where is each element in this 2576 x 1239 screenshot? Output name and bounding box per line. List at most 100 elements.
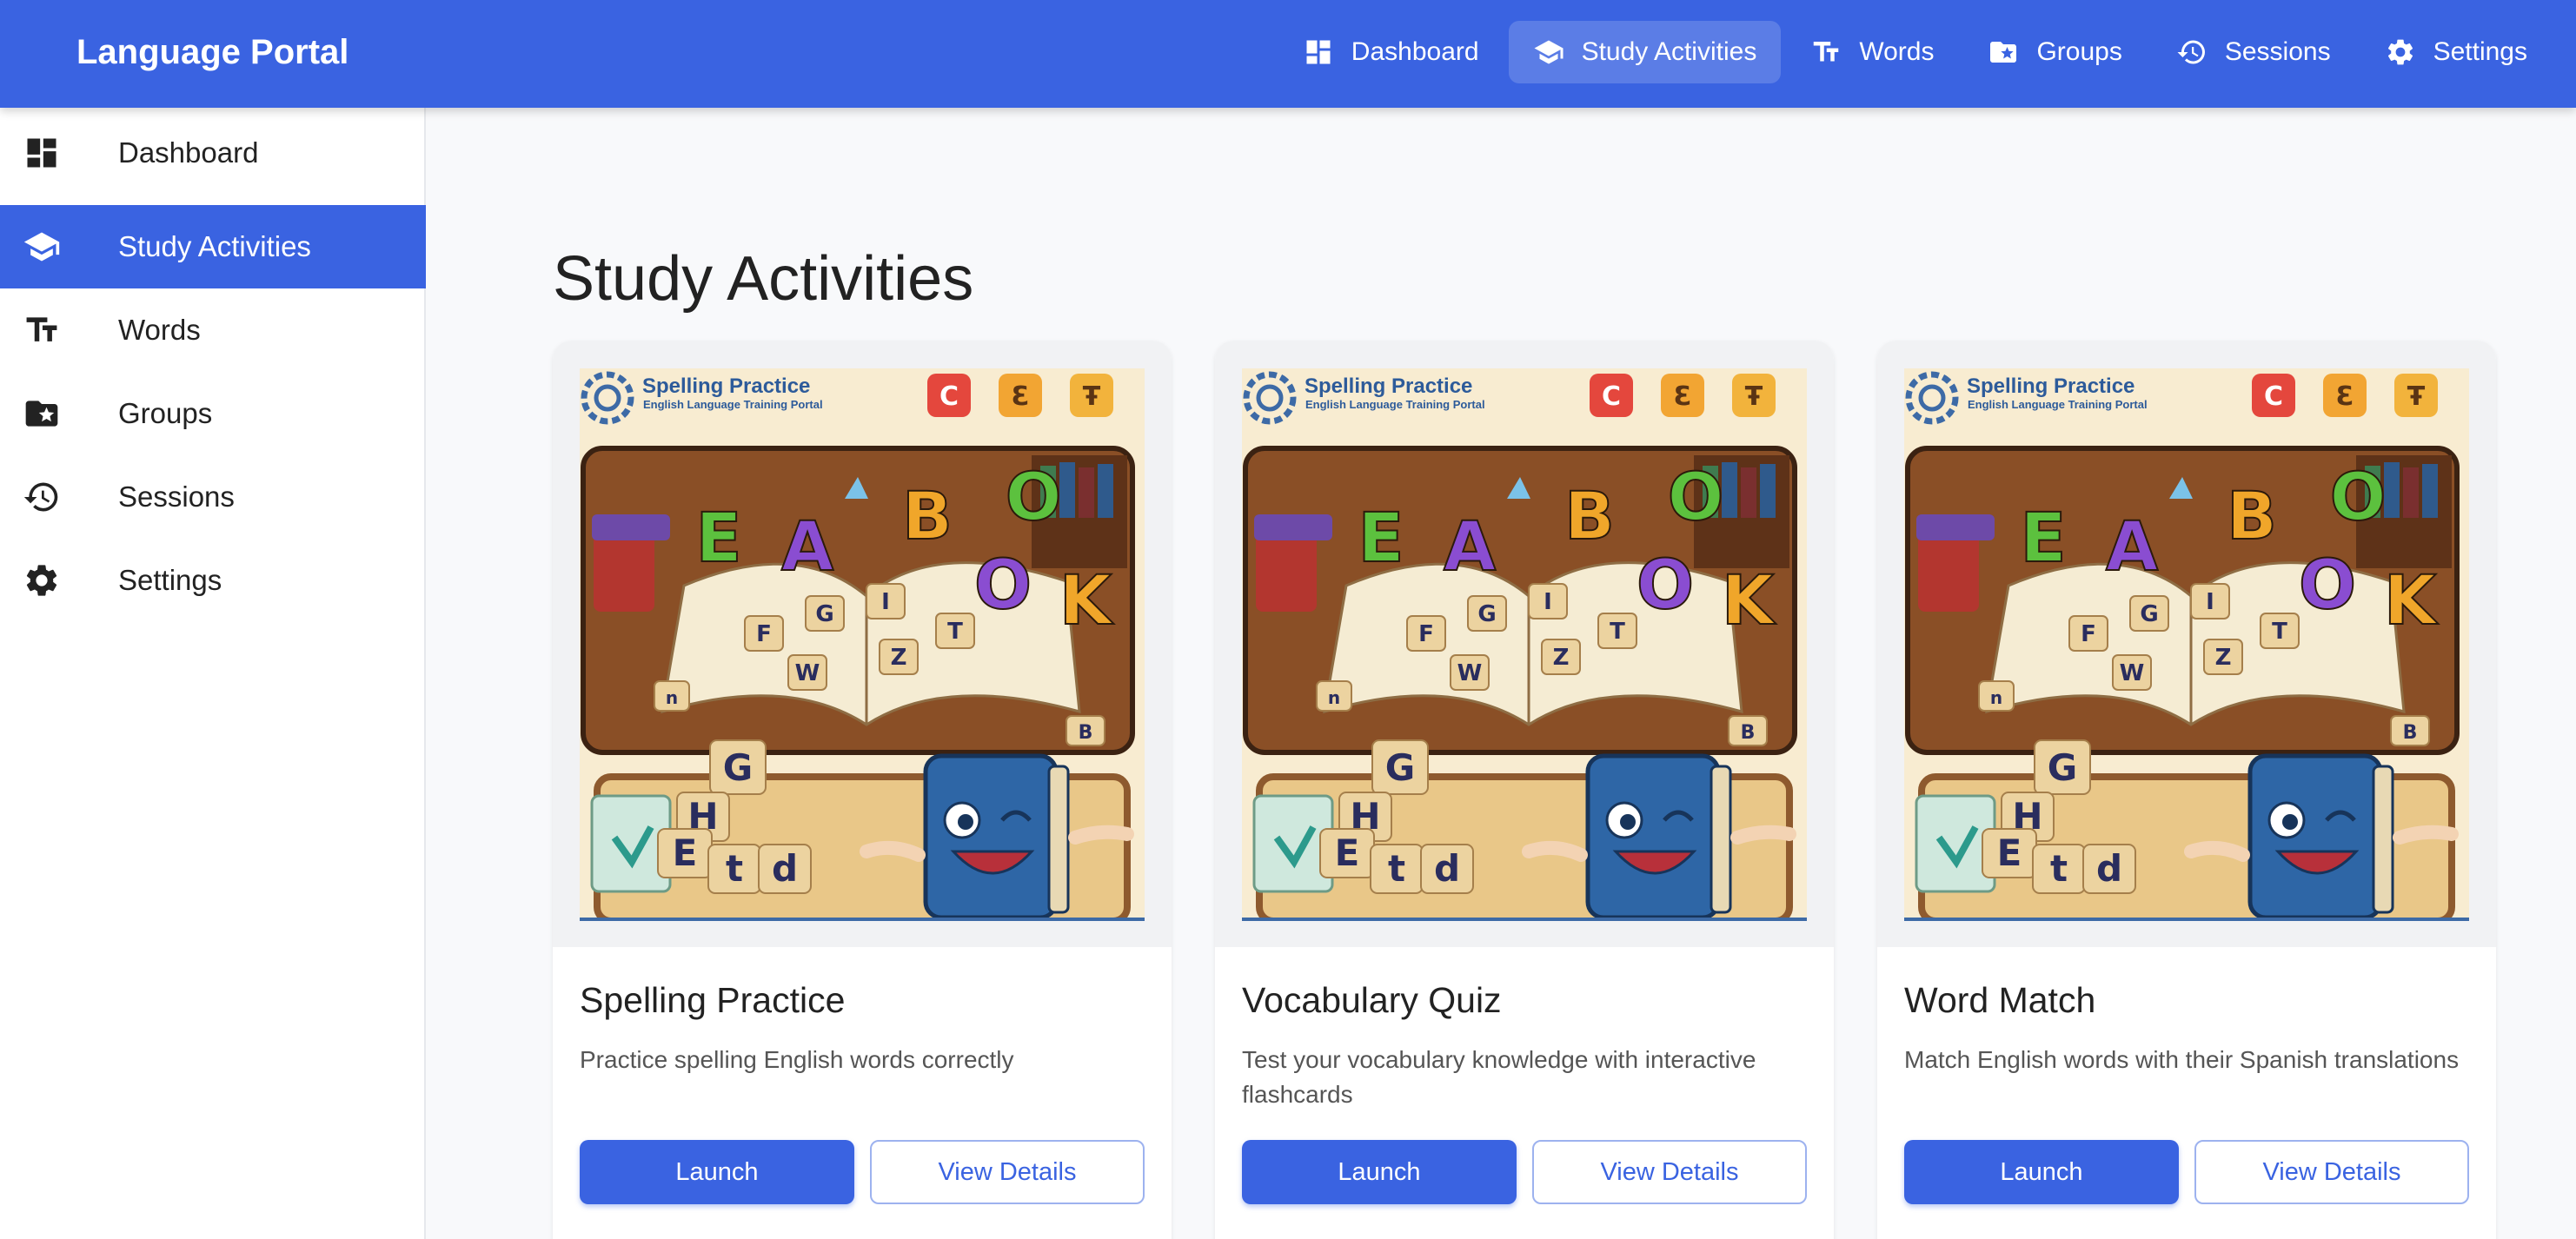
gear-icon: [23, 561, 61, 600]
dashboard-icon: [1303, 36, 1334, 68]
svg-text:O: O: [2330, 458, 2387, 535]
illustration-heading: Spelling Practice: [1967, 374, 2134, 398]
card-description: Test your vocabulary knowledge with inte…: [1242, 1046, 1756, 1108]
badge-letter: Ŧ: [1745, 381, 1763, 412]
illustration-subheading: English Language Training Portal: [1305, 398, 1485, 411]
svg-text:O: O: [974, 547, 1032, 625]
sidebar-item-words[interactable]: Words: [0, 288, 426, 372]
sidebar-item-label: Study Activities: [118, 230, 311, 262]
card-description: Practice spelling English words correctl…: [580, 1046, 1014, 1073]
svg-text:O: O: [1637, 547, 1694, 625]
top-app-bar: Language Portal Dashboard Study Activiti…: [0, 0, 2576, 108]
svg-text:F: F: [1418, 621, 1434, 647]
svg-text:I: I: [881, 589, 890, 615]
svg-text:d: d: [1434, 847, 1460, 890]
svg-text:F: F: [756, 621, 772, 647]
folder-star-icon: [1988, 36, 2019, 68]
svg-text:t: t: [2050, 847, 2068, 890]
activity-illustration: Spelling Practice English Language Train…: [1242, 368, 1807, 921]
svg-text:A: A: [1444, 508, 1496, 586]
svg-text:B: B: [2403, 722, 2418, 744]
view-details-button[interactable]: View Details: [870, 1140, 1145, 1204]
badge-letter: Ŧ: [2407, 381, 2426, 412]
view-details-button[interactable]: View Details: [1532, 1140, 1807, 1204]
svg-text:O: O: [1668, 458, 1724, 535]
svg-text:n: n: [666, 687, 678, 708]
svg-text:E: E: [1358, 500, 1404, 578]
sidebar-item-dashboard[interactable]: Dashboard: [0, 111, 426, 195]
topnav-label: Study Activities: [1581, 37, 1757, 66]
topnav-study-activities[interactable]: Study Activities: [1508, 21, 1782, 83]
svg-text:O: O: [1006, 458, 1062, 535]
activity-card-1: Spelling Practice English Language Train…: [553, 341, 1172, 1239]
sidebar-item-groups[interactable]: Groups: [0, 372, 426, 455]
illustration-subheading: English Language Training Portal: [1968, 398, 2148, 411]
sidebar-item-sessions[interactable]: Sessions: [0, 455, 426, 539]
card-title: Word Match: [1904, 980, 2096, 1020]
svg-text:d: d: [2096, 847, 2122, 890]
topnav-words[interactable]: Words: [1786, 21, 1958, 83]
topnav-groups[interactable]: Groups: [1963, 21, 2146, 83]
svg-text:B: B: [1741, 722, 1756, 744]
gear-icon: [2385, 36, 2416, 68]
badge-letter: C: [2264, 381, 2283, 412]
sidebar: Dashboard Study Activities Words Groups …: [0, 108, 426, 1239]
svg-text:W: W: [2120, 660, 2145, 686]
topnav-label: Words: [1859, 37, 1935, 66]
illustration-heading: Spelling Practice: [1305, 374, 1472, 398]
topnav-settings[interactable]: Settings: [2360, 21, 2552, 83]
svg-text:E: E: [695, 500, 741, 578]
card-media: Spelling Practice English Language Train…: [553, 341, 1172, 947]
svg-text:W: W: [795, 660, 820, 686]
text-fields-icon: [1810, 36, 1842, 68]
card-title: Vocabulary Quiz: [1242, 980, 1502, 1020]
illustration-subheading: English Language Training Portal: [643, 398, 823, 411]
launch-button[interactable]: Launch: [580, 1140, 854, 1204]
card-media: Spelling Practice English Language Train…: [1877, 341, 2496, 947]
svg-text:A: A: [781, 508, 833, 586]
svg-text:K: K: [1722, 562, 1776, 640]
sidebar-item-label: Groups: [118, 397, 213, 429]
svg-text:E: E: [1997, 832, 2022, 874]
svg-text:B: B: [2227, 477, 2277, 554]
svg-text:G: G: [1477, 601, 1496, 627]
sidebar-item-settings[interactable]: Settings: [0, 539, 426, 622]
svg-text:K: K: [1059, 562, 1114, 640]
svg-text:n: n: [1990, 687, 2002, 708]
badge-letter: Ɛ: [1012, 381, 1030, 412]
activity-card-3: Spelling Practice English Language Train…: [1877, 341, 2496, 1239]
svg-text:G: G: [1385, 746, 1415, 789]
text-fields-icon: [23, 311, 61, 349]
svg-text:B: B: [1564, 477, 1615, 554]
svg-text:d: d: [772, 847, 798, 890]
app-title[interactable]: Language Portal: [76, 0, 349, 104]
topnav-sessions[interactable]: Sessions: [2152, 21, 2355, 83]
launch-button[interactable]: Launch: [1242, 1140, 1517, 1204]
sidebar-item-study-activities[interactable]: Study Activities: [0, 205, 426, 288]
svg-text:F: F: [2081, 621, 2096, 647]
svg-text:T: T: [1610, 619, 1625, 645]
launch-button[interactable]: Launch: [1904, 1140, 2179, 1204]
svg-text:Z: Z: [891, 645, 907, 671]
topnav-dashboard[interactable]: Dashboard: [1278, 21, 1504, 83]
badge-letter: C: [1602, 381, 1621, 412]
svg-text:W: W: [1457, 660, 1483, 686]
dashboard-icon: [23, 134, 61, 172]
svg-text:Z: Z: [1553, 645, 1570, 671]
top-nav: Dashboard Study Activities Words Groups …: [1278, 21, 2552, 83]
sidebar-item-label: Sessions: [118, 480, 235, 513]
svg-text:K: K: [2384, 562, 2439, 640]
svg-text:Z: Z: [2215, 645, 2232, 671]
svg-text:B: B: [902, 477, 953, 554]
topnav-label: Sessions: [2224, 37, 2331, 66]
folder-star-icon: [23, 394, 61, 433]
topnav-label: Settings: [2433, 37, 2527, 66]
activity-card-2: Spelling Practice English Language Train…: [1215, 341, 1834, 1239]
svg-text:O: O: [2299, 547, 2356, 625]
card-description: Match English words with their Spanish t…: [1904, 1046, 2460, 1073]
svg-text:E: E: [1335, 832, 1360, 874]
svg-text:n: n: [1328, 687, 1340, 708]
view-details-button[interactable]: View Details: [2194, 1140, 2469, 1204]
sidebar-item-label: Settings: [118, 564, 222, 596]
history-icon: [23, 478, 61, 516]
